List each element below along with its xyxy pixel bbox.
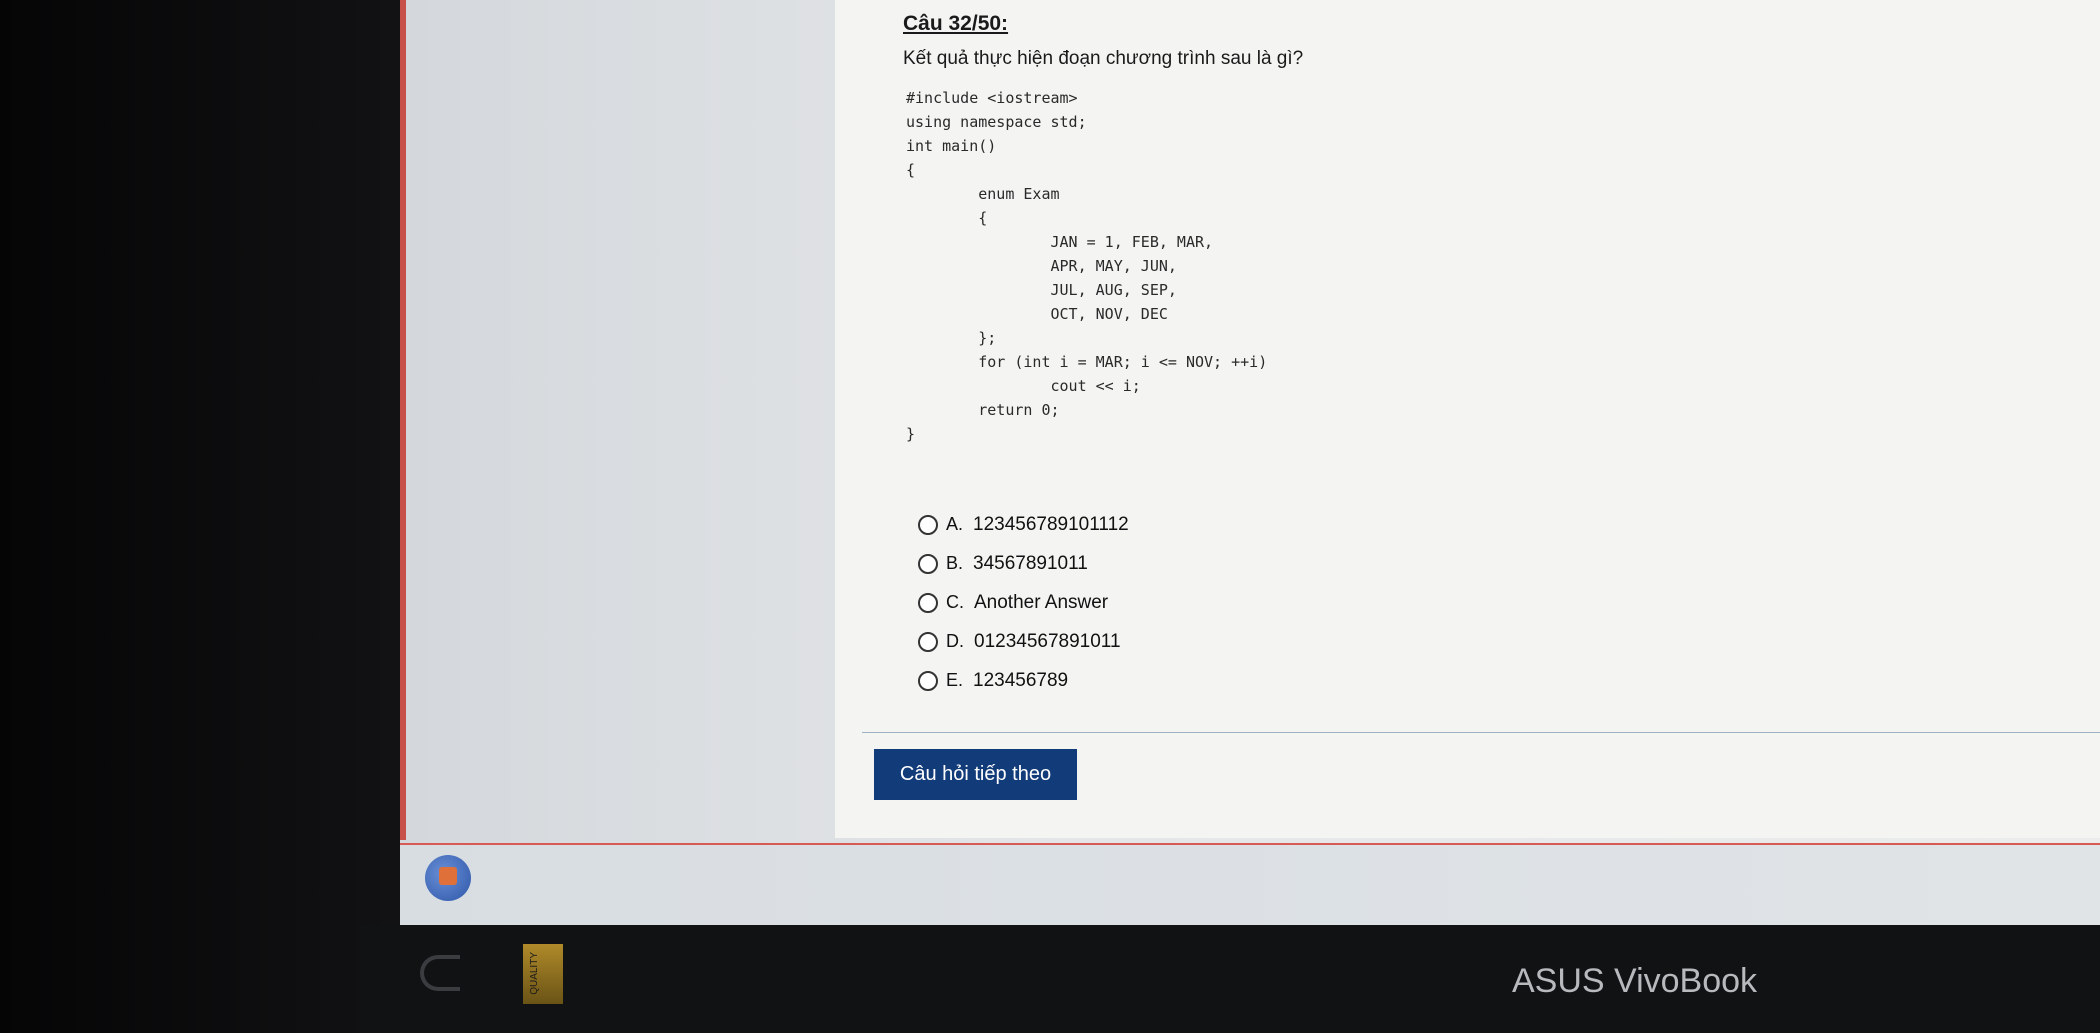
code-line: { [906,161,916,179]
code-line: cout << i; [906,377,1141,395]
answer-option-c[interactable]: C. Another Answer [918,583,1129,622]
code-line: enum Exam [906,185,1060,203]
answer-letter: E. [946,670,964,690]
code-line: } [906,425,916,443]
window-edge [400,0,406,840]
background-dark [0,0,400,1033]
quality-sticker: QUALITY [523,944,563,1004]
lower-panel [400,845,2100,925]
radio-icon[interactable] [918,631,938,652]
code-line: using namespace std; [906,113,1087,131]
code-line: for (int i = MAR; i <= NOV; ++i) [906,353,1268,371]
code-line: }; [906,329,997,347]
radio-icon[interactable] [918,592,938,613]
browser-icon[interactable] [425,855,471,901]
answer-letter: B. [946,553,964,573]
code-line: return 0; [906,401,1060,419]
question-text: Kết quả thực hiện đoạn chương trình sau … [903,48,1304,69]
question-title: Câu 32/50: [903,12,1009,35]
next-question-button[interactable]: Câu hỏi tiếp theo [874,749,1077,800]
answer-option-d[interactable]: D. 01234567891011 [918,622,1129,661]
divider [862,732,2100,733]
answer-option-e[interactable]: E. 123456789 [918,661,1129,700]
code-line: JUL, AUG, SEP, [906,281,1177,299]
answer-option-b[interactable]: B. 34567891011 [918,544,1129,583]
radio-icon[interactable] [918,670,938,691]
answer-text: 123456789 [973,669,1069,691]
radio-icon[interactable] [918,553,938,574]
answer-text: 01234567891011 [974,630,1121,652]
laptop-bezel [360,925,2100,1033]
answer-text: Another Answer [974,591,1109,613]
radio-icon[interactable] [918,514,938,535]
code-line: #include <iostream> [906,89,1078,107]
code-line: OCT, NOV, DEC [906,305,1168,323]
hinge-icon [420,955,460,991]
code-line: int main() [906,137,997,155]
code-block: #include <iostream> using namespace std; i… [906,86,1267,446]
answer-text: 123456789101112 [973,513,1129,535]
sticker-text: QUALITY [529,952,540,995]
answer-list: A. 123456789101112 B. 34567891011 C. Ano… [918,505,1129,700]
brand-logo: ASUS VivoBook [1512,962,1758,1000]
code-line: JAN = 1, FEB, MAR, [906,233,1214,251]
answer-text: 34567891011 [973,552,1088,574]
answer-letter: A. [946,514,964,534]
answer-letter: C. [946,592,964,612]
code-line: APR, MAY, JUN, [906,257,1177,275]
answer-option-a[interactable]: A. 123456789101112 [918,505,1129,544]
code-line: { [906,209,988,227]
answer-letter: D. [946,631,964,651]
